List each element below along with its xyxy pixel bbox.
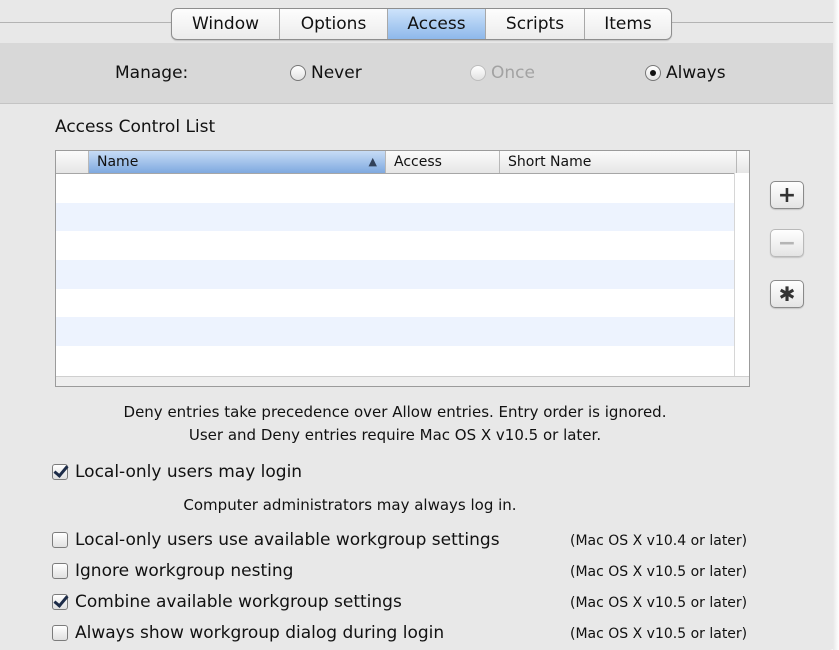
manage-once-label: Once: [491, 63, 535, 83]
sort-ascending-icon: ▲: [368, 155, 377, 168]
remove-entry-button[interactable]: −: [770, 229, 804, 257]
manage-always-label: Always: [666, 63, 726, 83]
column-access-header[interactable]: Access: [386, 151, 500, 173]
checkbox-icon: [52, 625, 68, 641]
combine-workgroup-checkbox[interactable]: Combine available workgroup settings: [52, 592, 402, 612]
table-row[interactable]: [56, 317, 737, 347]
checkbox-icon: [52, 563, 68, 579]
panel-edge: [833, 0, 839, 650]
horizontal-scrollbar[interactable]: [56, 376, 749, 386]
tab-scripts[interactable]: Scripts: [486, 9, 585, 39]
plus-icon: +: [777, 182, 797, 208]
gear-icon: ✱: [778, 282, 796, 306]
table-row[interactable]: [56, 260, 737, 289]
manage-label: Manage:: [115, 63, 189, 83]
table-row[interactable]: [56, 346, 737, 375]
table-row[interactable]: [56, 289, 737, 318]
combine-workgroup-requirement: (Mac OS X v10.5 or later): [570, 595, 748, 611]
local-only-login-label: Local-only users may login: [75, 462, 303, 482]
show-dialog-requirement: (Mac OS X v10.5 or later): [570, 626, 748, 642]
vertical-scrollbar[interactable]: [734, 173, 749, 378]
action-menu-button[interactable]: ✱: [770, 280, 804, 308]
acl-table[interactable]: Name ▲ Access Short Name: [55, 150, 750, 387]
checkbox-checked-icon: [52, 464, 68, 480]
column-name-header[interactable]: Name ▲: [89, 151, 386, 173]
radio-button-selected-icon: [645, 65, 661, 81]
local-workgroup-checkbox[interactable]: Local-only users use available workgroup…: [52, 530, 500, 550]
table-row[interactable]: [56, 202, 737, 232]
add-entry-button[interactable]: +: [770, 181, 804, 209]
minus-icon: −: [777, 230, 797, 256]
show-dialog-label: Always show workgroup dialog during logi…: [75, 623, 445, 643]
manage-once-radio[interactable]: Once: [470, 63, 535, 83]
checkbox-icon: [52, 532, 68, 548]
access-panel: Window Options Access Scripts Items Mana…: [0, 0, 839, 650]
manage-always-radio[interactable]: Always: [645, 63, 726, 83]
acl-note-requirement: User and Deny entries require Mac OS X v…: [188, 426, 602, 444]
admin-login-note: Computer administrators may always log i…: [183, 496, 517, 514]
tab-bar: Window Options Access Scripts Items: [171, 8, 672, 40]
tab-items[interactable]: Items: [585, 9, 671, 39]
local-workgroup-label: Local-only users use available workgroup…: [75, 530, 500, 550]
show-dialog-checkbox[interactable]: Always show workgroup dialog during logi…: [52, 623, 444, 643]
radio-button-icon: [470, 65, 486, 81]
radio-button-icon: [290, 65, 306, 81]
local-workgroup-requirement: (Mac OS X v10.4 or later): [570, 533, 748, 549]
column-spacer: [56, 151, 89, 173]
acl-table-header: Name ▲ Access Short Name: [56, 151, 749, 174]
manage-never-radio[interactable]: Never: [290, 63, 362, 83]
table-row[interactable]: [56, 231, 737, 260]
local-only-login-checkbox[interactable]: Local-only users may login: [52, 462, 302, 482]
tab-window[interactable]: Window: [172, 9, 280, 39]
table-row[interactable]: [56, 174, 737, 203]
manage-bar: Manage: Never Once Always: [0, 43, 839, 104]
column-name-label: Name: [97, 154, 139, 170]
acl-table-rows: [56, 174, 737, 375]
tab-access[interactable]: Access: [388, 9, 486, 39]
ignore-nesting-checkbox[interactable]: Ignore workgroup nesting: [52, 561, 293, 581]
column-short-name-header[interactable]: Short Name: [500, 151, 737, 173]
acl-title: Access Control List: [55, 117, 216, 137]
manage-never-label: Never: [311, 63, 362, 83]
ignore-nesting-label: Ignore workgroup nesting: [75, 561, 294, 581]
tab-options[interactable]: Options: [280, 9, 388, 39]
combine-workgroup-label: Combine available workgroup settings: [75, 592, 402, 612]
acl-note-precedence: Deny entries take precedence over Allow …: [123, 403, 667, 421]
ignore-nesting-requirement: (Mac OS X v10.5 or later): [570, 564, 748, 580]
checkbox-checked-icon: [52, 594, 68, 610]
